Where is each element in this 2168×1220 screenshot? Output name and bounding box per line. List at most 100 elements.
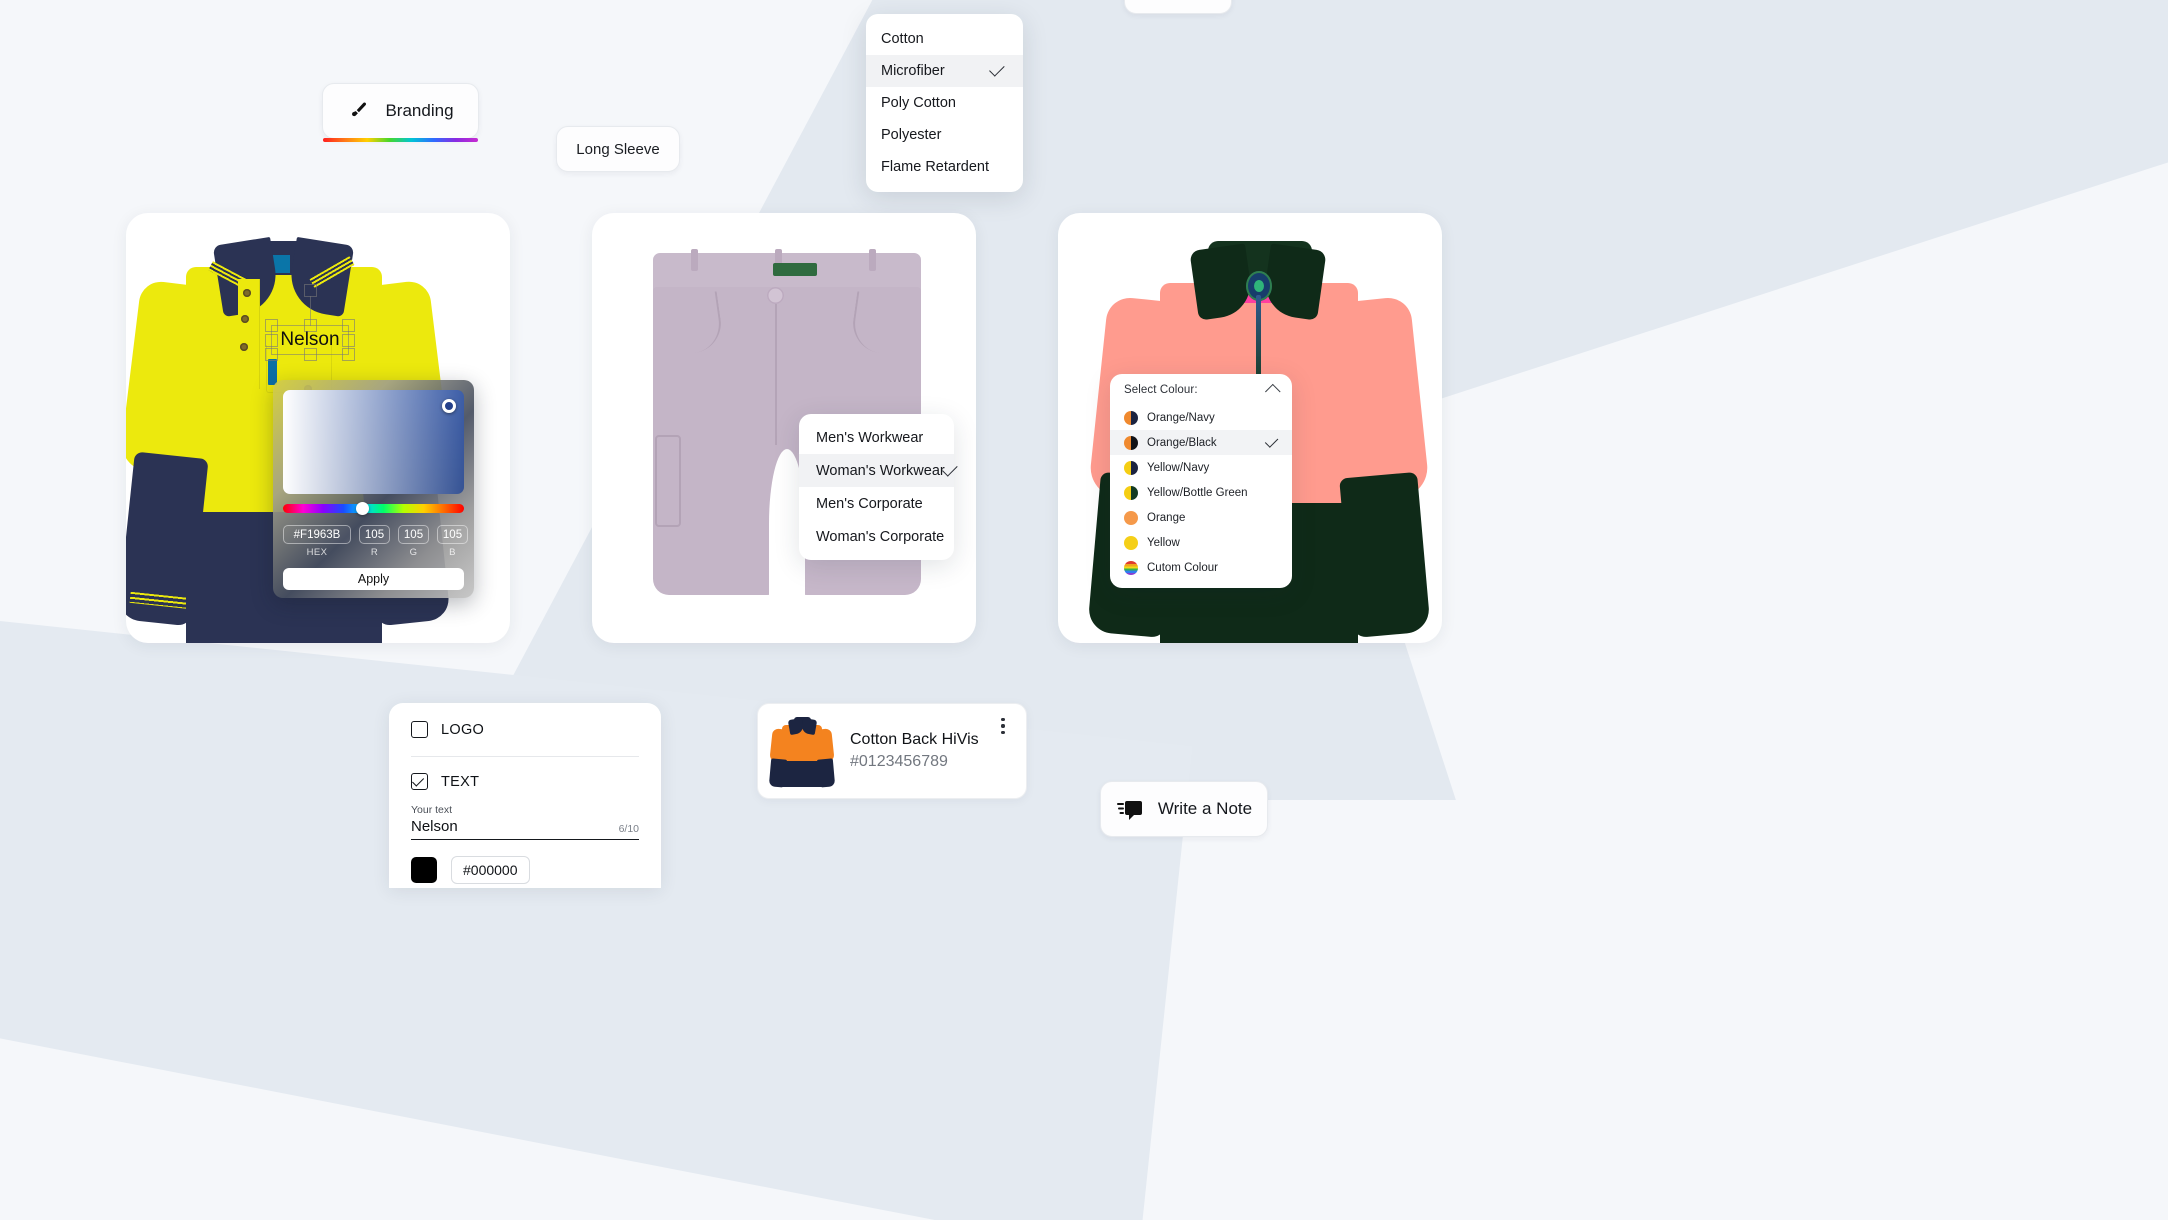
hex-field[interactable]: #F1963B HEX <box>283 525 351 558</box>
rainbow-accent-bar <box>323 138 478 142</box>
swatch-orange-black <box>1124 435 1138 450</box>
colour-picker-popover[interactable]: #F1963B HEX 105 R 105 G 105 B Apply <box>273 380 474 598</box>
resize-handle-bottom-right[interactable] <box>342 348 355 361</box>
apply-button[interactable]: Apply <box>283 568 464 590</box>
resize-handle-top-left[interactable] <box>265 319 278 332</box>
resize-handle-bottom-center[interactable] <box>303 348 317 361</box>
menu-item-flame-retardent[interactable]: Flame Retardent <box>866 151 1023 183</box>
colour-option-label: Yellow/Bottle Green <box>1147 486 1248 499</box>
write-note-button[interactable]: Write a Note <box>1100 781 1268 837</box>
swatch-orange <box>1124 510 1138 525</box>
long-sleeve-button[interactable]: Long Sleeve <box>556 126 680 172</box>
colour-value-fields: #F1963B HEX 105 R 105 G 105 B <box>283 525 468 558</box>
colour-option-label: Orange <box>1147 511 1186 524</box>
green-value[interactable]: 105 <box>398 525 429 544</box>
product-code: #0123456789 <box>850 753 948 770</box>
swatch-rainbow <box>1124 560 1138 575</box>
menu-item-cotton[interactable]: Cotton <box>866 23 1023 55</box>
bg-shape-c <box>0 600 1193 1220</box>
blue-value[interactable]: 105 <box>437 525 468 544</box>
rotate-handle-line <box>310 296 311 326</box>
colour-option-yellow[interactable]: Yellow <box>1110 530 1292 555</box>
select-colour-dropdown[interactable]: Select Colour: Orange/Navy Orange/Black … <box>1110 374 1292 588</box>
colour-option-orange-navy[interactable]: Orange/Navy <box>1110 405 1292 430</box>
write-note-label: Write a Note <box>1157 799 1253 818</box>
menu-item-polyester[interactable]: Polyester <box>866 119 1023 151</box>
branding-label: Branding <box>385 101 454 120</box>
menu-item-womans-workwear[interactable]: Woman's Workwear <box>799 454 954 487</box>
check-icon <box>990 62 1008 80</box>
menu-item-womans-corporate[interactable]: Woman's Corporate <box>799 520 954 553</box>
select-colour-title: Select Colour: <box>1124 383 1198 396</box>
hex-value[interactable]: #F1963B <box>283 525 351 544</box>
bg-shape-d <box>0 980 1173 1220</box>
app-canvas: Branding Long Sleeve Write a Note Cotton… <box>0 0 2168 1220</box>
hue-slider-knob[interactable] <box>356 502 370 515</box>
product-thumbnail <box>768 713 836 789</box>
category-dropdown-menu[interactable]: Men's Workwear Woman's Workwear Men's Co… <box>799 414 954 560</box>
menu-item-mens-corporate[interactable]: Men's Corporate <box>799 487 954 520</box>
menu-item-label: Cotton <box>881 31 924 47</box>
top-clipped-button[interactable] <box>1124 0 1232 14</box>
branding-options-panel[interactable]: LOGO TEXT Your text Nelson 6/10 #000000 <box>389 703 661 888</box>
check-icon <box>945 462 959 480</box>
colour-option-orange[interactable]: Orange <box>1110 505 1292 530</box>
colour-option-yellow-bottle-green[interactable]: Yellow/Bottle Green <box>1110 480 1292 505</box>
colour-option-label: Yellow/Navy <box>1147 461 1210 474</box>
resize-handle-bottom-left[interactable] <box>265 348 278 361</box>
text-label: TEXT <box>441 773 480 790</box>
colour-option-label: Orange/Black <box>1147 436 1217 449</box>
menu-item-label: Flame Retardent <box>881 159 989 175</box>
panel-divider <box>411 756 639 757</box>
paintbrush-icon <box>347 100 369 122</box>
red-value[interactable]: 105 <box>359 525 390 544</box>
menu-item-label: Poly Cotton <box>881 95 956 111</box>
colour-option-label: Yellow <box>1147 536 1180 549</box>
resize-handle-middle-right[interactable] <box>342 333 355 347</box>
swatch-yellow-navy <box>1124 460 1138 475</box>
sv-selector-knob[interactable] <box>442 399 456 413</box>
text-colour-row[interactable]: #000000 <box>411 856 639 884</box>
swatch-yellow-bottle-green <box>1124 485 1138 500</box>
text-colour-hex-value[interactable]: #000000 <box>451 856 530 884</box>
fabric-dropdown-menu[interactable]: Cotton Microfiber Poly Cotton Polyester … <box>866 14 1023 192</box>
blue-field[interactable]: 105 B <box>437 525 468 558</box>
text-colour-swatch[interactable] <box>411 857 437 883</box>
product-name: Cotton Back HiVis <box>850 731 979 749</box>
your-text-input[interactable]: Nelson 6/10 <box>411 818 639 840</box>
comment-lines-icon <box>1116 798 1142 820</box>
product-list-card[interactable]: Cotton Back HiVis #0123456789 <box>757 703 1027 799</box>
colour-option-orange-black[interactable]: Orange/Black <box>1110 430 1292 455</box>
colour-option-yellow-navy[interactable]: Yellow/Navy <box>1110 455 1292 480</box>
hex-caption: HEX <box>306 547 328 558</box>
text-checkbox[interactable] <box>411 773 428 790</box>
rotate-handle[interactable] <box>303 284 317 297</box>
saturation-value-field[interactable] <box>283 390 464 494</box>
menu-item-microfiber[interactable]: Microfiber <box>866 55 1023 87</box>
logo-label: LOGO <box>441 721 485 738</box>
colour-option-custom-colour[interactable]: Cutom Colour <box>1110 555 1292 580</box>
select-colour-header[interactable]: Select Colour: <box>1110 374 1292 405</box>
menu-item-mens-workwear[interactable]: Men's Workwear <box>799 421 954 454</box>
text-row[interactable]: TEXT <box>411 773 639 790</box>
resize-handle-middle-left[interactable] <box>265 333 278 347</box>
colour-option-label: Cutom Colour <box>1147 561 1218 574</box>
kebab-menu-icon[interactable] <box>992 718 1014 735</box>
colour-option-label: Orange/Navy <box>1147 411 1215 424</box>
red-field[interactable]: 105 R <box>359 525 390 558</box>
resize-handle-top-right[interactable] <box>342 319 355 332</box>
hue-slider[interactable] <box>283 502 464 515</box>
logo-checkbox[interactable] <box>411 721 428 738</box>
swatch-yellow <box>1124 535 1138 550</box>
logo-row[interactable]: LOGO <box>411 721 639 738</box>
branding-button[interactable]: Branding <box>322 83 479 142</box>
bg-shape-b <box>1336 0 2168 1099</box>
menu-item-poly-cotton[interactable]: Poly Cotton <box>866 87 1023 119</box>
green-field[interactable]: 105 G <box>398 525 429 558</box>
text-selection-box[interactable]: Nelson <box>265 284 355 361</box>
menu-item-label: Men's Workwear <box>816 429 924 446</box>
menu-item-label: Woman's Corporate <box>816 528 945 545</box>
blue-caption: B <box>449 547 456 558</box>
menu-item-label: Woman's Workwear <box>816 462 945 479</box>
menu-item-label: Polyester <box>881 127 942 143</box>
